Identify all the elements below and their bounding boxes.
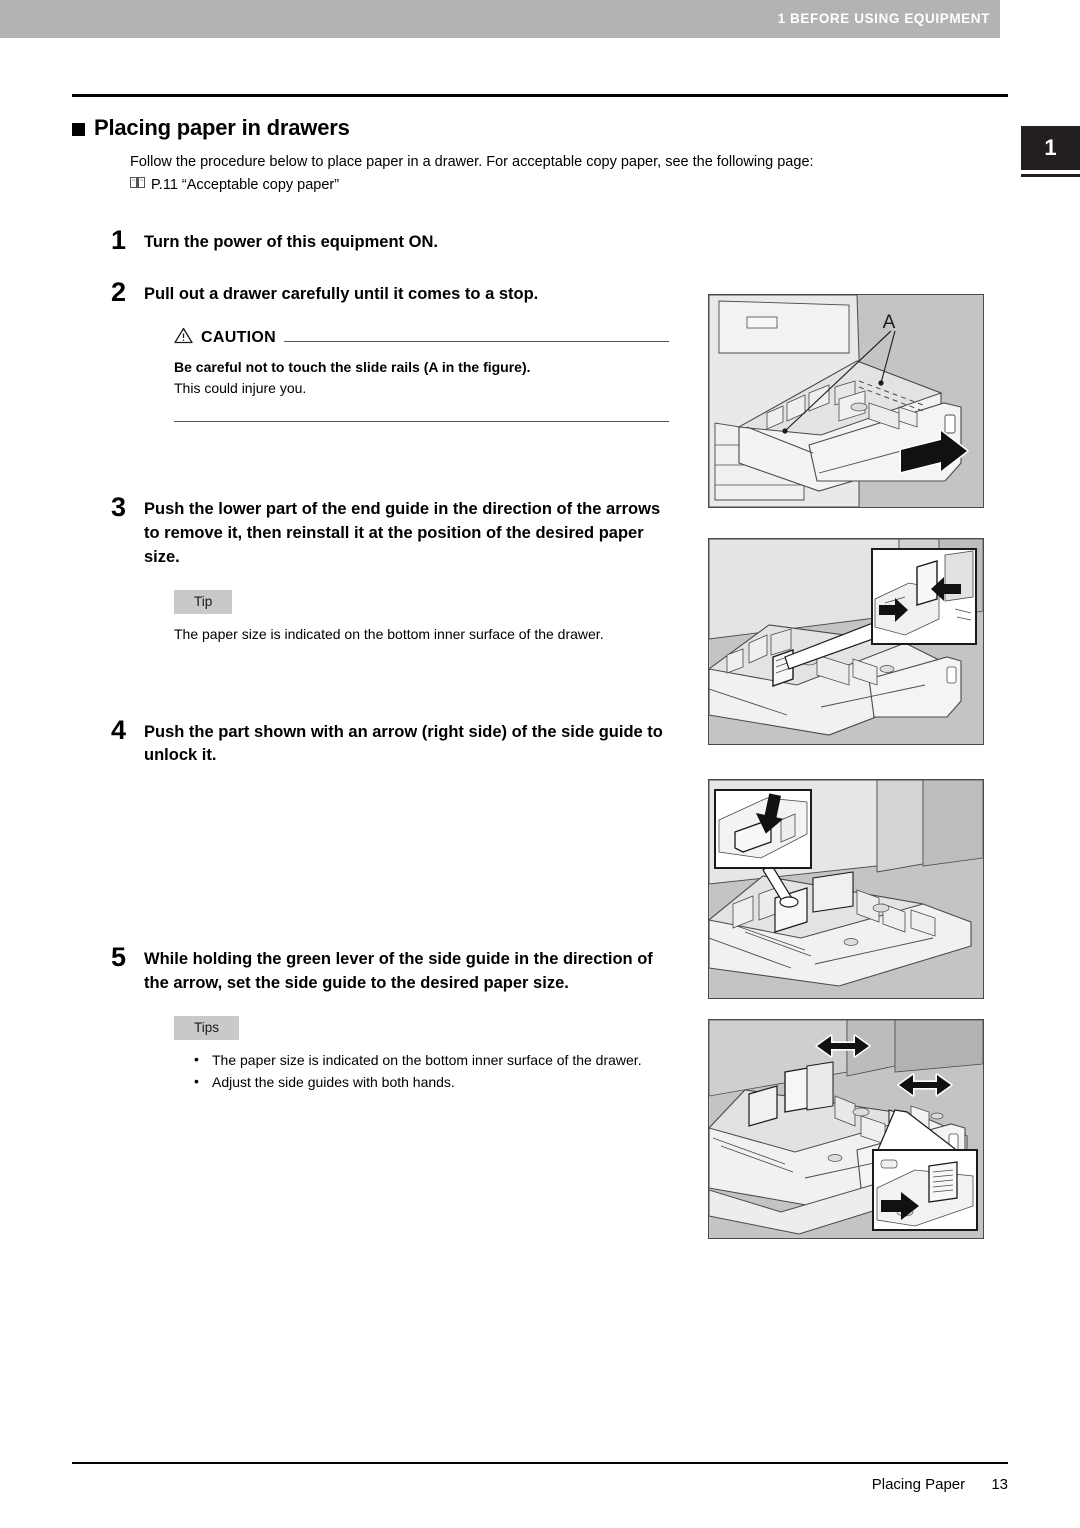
square-bullet-icon <box>72 122 85 136</box>
cross-reference[interactable]: P.11 “Acceptable copy paper” <box>130 174 1008 196</box>
step-1-text: Turn the power of this equipment ON. <box>144 232 438 251</box>
caution-block: CAUTION Be careful not to touch the slid… <box>174 327 669 422</box>
caution-header: CAUTION <box>174 327 669 349</box>
page-footer: Placing Paper 13 <box>872 1476 1008 1493</box>
list-item: Adjust the side guides with both hands. <box>194 1071 669 1093</box>
caution-bold-line: Be careful not to touch the slide rails … <box>174 358 531 375</box>
step-1-number: 1 <box>111 224 127 255</box>
side-guide-unlock-illustration <box>708 779 984 999</box>
section-top-rule <box>72 94 1008 97</box>
end-guide-illustration <box>708 538 984 745</box>
caution-footer-rule <box>174 420 669 422</box>
chapter-tab: 1 <box>1021 126 1080 170</box>
running-header-bar: 1 BEFORE USING EQUIPMENT <box>0 0 1000 38</box>
section-intro: Follow the procedure below to place pape… <box>130 151 1008 197</box>
caution-body: Be careful not to touch the slide rails … <box>174 357 669 399</box>
page-title-text: Placing paper in drawers <box>94 115 350 140</box>
step-2-number: 2 <box>111 276 127 307</box>
section-intro-text: Follow the procedure below to place pape… <box>130 154 814 170</box>
side-guide-adjust-illustration <box>708 1019 984 1239</box>
step-2-text: Pull out a drawer carefully until it com… <box>144 284 539 303</box>
tips-list: The paper size is indicated on the botto… <box>174 1049 669 1093</box>
step-5-text: While holding the green lever of the sid… <box>144 950 653 993</box>
tip-body: The paper size is indicated on the botto… <box>174 625 604 642</box>
step-3-text: Push the lower part of the end guide in … <box>144 499 661 566</box>
caution-plain-line: This could injure you. <box>174 379 307 396</box>
cross-reference-text: P.11 “Acceptable copy paper” <box>151 177 340 194</box>
tips-badge: Tips <box>174 1016 240 1041</box>
page-title: Placing paper in drawers <box>72 115 1008 141</box>
tips-block-step5: Tips The paper size is indicated on the … <box>174 1016 669 1093</box>
step-4-text: Push the part shown with an arrow (right… <box>144 722 663 765</box>
list-item: The paper size is indicated on the botto… <box>194 1049 669 1071</box>
footer-title: Placing Paper <box>871 1476 966 1493</box>
book-icon <box>130 174 145 196</box>
step-4-number: 4 <box>111 714 127 745</box>
caution-header-rule <box>283 340 669 342</box>
step-1: 1 Turn the power of this equipment ON. <box>111 225 1008 255</box>
svg-text:A: A <box>883 312 896 333</box>
caution-label: CAUTION <box>201 328 276 346</box>
step-5-number: 5 <box>111 942 127 973</box>
warning-triangle-icon <box>174 327 193 349</box>
footer-page-number: 13 <box>991 1476 1008 1493</box>
tip-badge: Tip <box>174 589 233 614</box>
tip-block-step3: Tip The paper size is indicated on the b… <box>174 589 669 645</box>
chapter-tab-rule <box>1021 174 1080 177</box>
footer-rule <box>72 1462 1008 1464</box>
step-3-number: 3 <box>111 491 127 522</box>
running-header-title: 1 BEFORE USING EQUIPMENT <box>777 11 990 26</box>
drawer-pulled-out-illustration: A <box>708 294 984 508</box>
